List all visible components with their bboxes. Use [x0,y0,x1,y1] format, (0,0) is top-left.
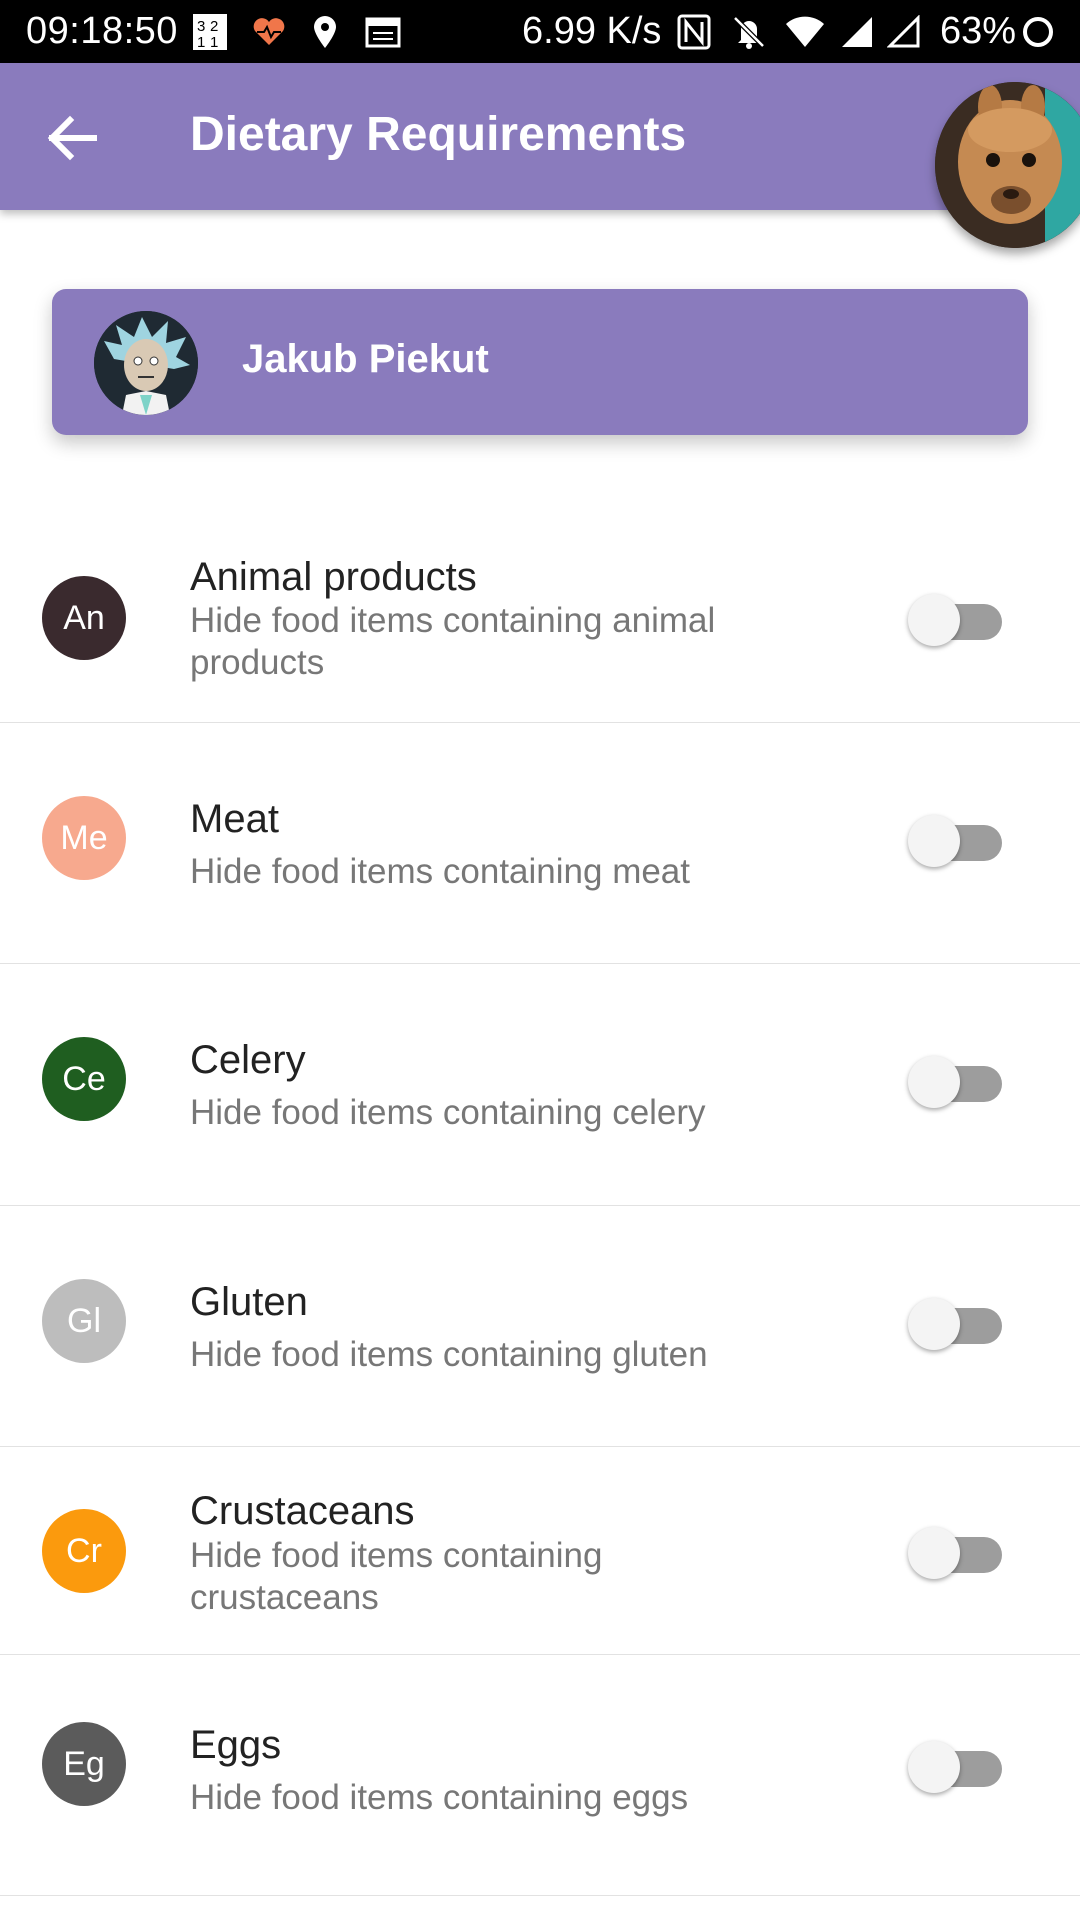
calendar-grid-icon: 3211 [192,12,228,52]
item-toggle[interactable] [908,808,1004,868]
item-title: Gluten [190,1280,308,1324]
item-subtitle: Hide food items containing animal produc… [190,601,716,682]
loading-ring-icon [1020,12,1056,52]
svg-text:1: 1 [210,34,218,51]
list-item: An Animal products Hide food items conta… [0,517,1080,723]
svg-text:3: 3 [197,18,205,35]
item-subtitle: Hide food items containing gluten [190,1335,708,1374]
item-toggle[interactable] [908,1734,1004,1794]
svg-text:1: 1 [197,34,205,51]
list-item: Me Meat Hide food items containing meat [0,723,1080,964]
item-title: Crustaceans [190,1489,415,1533]
item-title: Meat [190,797,279,841]
item-title: Celery [190,1038,306,1082]
arrow-back-icon[interactable] [44,113,104,163]
bell-off-icon [730,12,768,52]
list-item: Gl Gluten Hide food items containing glu… [0,1206,1080,1447]
svg-text:2: 2 [210,18,218,35]
item-toggle[interactable] [908,1520,1004,1580]
heart-icon [252,12,286,52]
signal-icon [840,12,874,52]
item-avatar: Cr [42,1509,126,1593]
list-item: Cr Crustaceans Hide food items containin… [0,1447,1080,1655]
network-speed: 6.99 K/s [522,10,662,52]
item-avatar: Me [42,796,126,880]
list-item: Eg Eggs Hide food items containing eggs [0,1655,1080,1896]
item-avatar: Ce [42,1037,126,1121]
profile-card[interactable]: Jakub Piekut [52,289,1028,435]
item-toggle[interactable] [908,1049,1004,1109]
list-item: Ce Celery Hide food items containing cel… [0,964,1080,1206]
item-toggle[interactable] [908,1291,1004,1351]
item-subtitle: Hide food items containing celery [190,1093,706,1132]
signal-outline-icon [886,12,922,52]
profile-avatar [94,311,198,415]
dietary-list: An Animal products Hide food items conta… [0,517,1080,1896]
item-subtitle: Hide food items containing meat [190,852,690,891]
profile-name: Jakub Piekut [242,337,489,381]
nfc-icon [676,12,712,52]
card-icon [364,12,402,52]
item-avatar: Eg [42,1722,126,1806]
battery-level: 63% [940,10,1017,52]
status-time: 09:18:50 [26,10,178,52]
location-pin-icon [310,12,340,52]
wifi-icon [784,12,826,52]
app-bar: Dietary Requirements [0,63,1080,210]
user-avatar[interactable] [935,82,1080,248]
item-subtitle: Hide food items containing eggs [190,1778,689,1817]
item-subtitle: Hide food items containing crustaceans [190,1536,603,1617]
page-title: Dietary Requirements [190,108,687,161]
item-title: Eggs [190,1723,282,1767]
item-avatar: An [42,576,126,660]
item-title: Animal products [190,555,477,599]
item-avatar: Gl [42,1279,126,1363]
status-bar: 09:18:50 3211 6.99 K/s 63% [0,0,1080,63]
item-toggle[interactable] [908,587,1004,647]
